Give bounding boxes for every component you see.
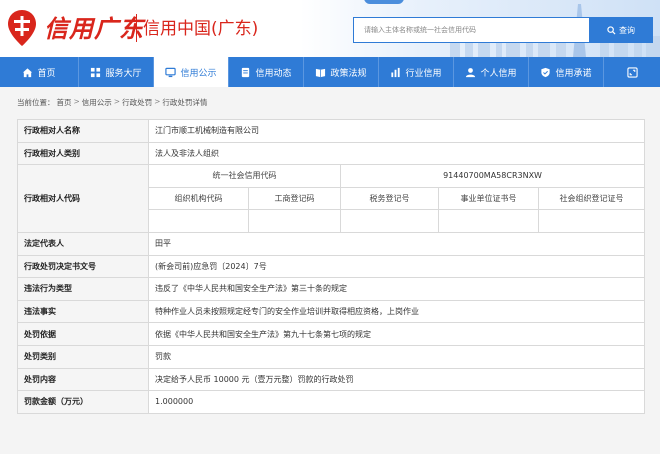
breadcrumb-admin-penalty[interactable]: 行政处罚 — [122, 97, 152, 108]
field-label: 违法行为类型 — [17, 277, 149, 301]
home-icon — [23, 67, 33, 77]
field-label: 处罚依据 — [17, 322, 149, 346]
header-top-tab — [364, 0, 404, 4]
chart-icon — [391, 67, 401, 77]
breadcrumb-separator: > — [73, 97, 80, 106]
field-label: 行政处罚决定书文号 — [17, 254, 149, 279]
nav-expand[interactable] — [604, 57, 660, 87]
nav-home-label: 首页 — [37, 68, 56, 79]
nav-credit-publicity[interactable]: 信用公示 — [154, 57, 229, 87]
table-row: 行政相对人名称 江门市顺工机械制造有限公司 — [17, 119, 646, 143]
nav-credit-commitment-label: 信用承诺 — [555, 68, 592, 79]
field-value: 特种作业人员未按照规定经专门的安全作业培训并取得相应资格，上岗作业 — [147, 299, 646, 324]
uscc-value: 91440700MA58CR3NXW — [339, 164, 646, 188]
table-row: 处罚内容 决定给予人民币 10000 元（壹万元整）罚款的行政处罚 — [17, 367, 646, 392]
table-row: 法定代表人 田平 — [17, 231, 646, 256]
nav-personal-credit-label: 个人信用 — [480, 68, 517, 79]
tax-reg-header: 税务登记号 — [340, 186, 439, 211]
document-icon — [242, 67, 250, 77]
nav-credit-news-label: 信用动态 — [255, 68, 292, 79]
field-value: 田平 — [147, 231, 646, 256]
nav-personal-credit[interactable]: 个人信用 — [454, 57, 529, 87]
table-row: 行政相对人代码 统一社会信用代码 91440700MA58CR3NXW — [17, 164, 646, 233]
table-row: 罚款金额（万元） 1.000000 — [17, 390, 646, 414]
business-reg-value — [248, 209, 341, 233]
field-label: 处罚内容 — [17, 367, 149, 392]
field-value: 决定给予人民币 10000 元（壹万元整）罚款的行政处罚 — [147, 367, 646, 392]
table-row: 处罚类别 罚款 — [17, 344, 646, 369]
shield-icon — [541, 67, 551, 77]
nav-industry-credit-label: 行业信用 — [405, 68, 442, 79]
breadcrumb-credit-publicity[interactable]: 信用公示 — [82, 97, 112, 108]
table-row: 违法行为类型 违反了《中华人民共和国安全生产法》第三十条的规定 — [17, 277, 646, 301]
nav-credit-publicity-label: 信用公示 — [180, 68, 217, 79]
nav-service-hall-label: 服务大厅 — [105, 68, 142, 79]
field-label: 法定代表人 — [17, 231, 149, 256]
search-button-label: 查询 — [619, 25, 635, 35]
user-icon — [466, 67, 476, 77]
field-label: 罚款金额（万元） — [17, 390, 149, 414]
field-label: 行政相对人代码 — [17, 164, 149, 233]
field-label: 违法事实 — [17, 299, 149, 324]
field-value: 罚款 — [147, 344, 646, 369]
institution-cert-value — [438, 209, 539, 233]
site-header: 信用广东 信用中国(广东) 查询 — [0, 0, 660, 57]
field-value: 江门市顺工机械制造有限公司 — [147, 119, 646, 143]
breadcrumb-separator: > — [113, 97, 121, 106]
org-code-value — [148, 209, 249, 233]
table-row: 违法事实 特种作业人员未按照规定经专门的安全作业培训并取得相应资格，上岗作业 — [17, 299, 646, 324]
institution-cert-header: 事业单位证书号 — [438, 186, 539, 211]
main-nav: 首页 服务大厅 信用公示 信用动态 政策法规 行业信用 个人信用 信用承诺 — [0, 57, 660, 87]
expand-icon — [626, 66, 638, 78]
nav-policies-label: 政策法规 — [330, 68, 367, 79]
nav-home[interactable]: 首页 — [0, 57, 79, 87]
table-row: 处罚依据 依据《中华人民共和国安全生产法》第九十七条第七项的规定 — [17, 322, 646, 346]
breadcrumb-separator: > — [154, 97, 161, 106]
logo-subtitle: 信用中国(广东) — [143, 19, 259, 39]
logo-script-text: 信用广东 — [44, 14, 144, 43]
business-reg-header: 工商登记码 — [248, 186, 341, 211]
uscc-header: 统一社会信用代码 — [148, 164, 341, 188]
nav-credit-commitment[interactable]: 信用承诺 — [529, 57, 604, 87]
book-icon — [316, 68, 326, 77]
field-value: (新会司前)应急罚〔2024〕7号 — [147, 254, 646, 279]
field-value: 依据《中华人民共和国安全生产法》第九十七条第七项的规定 — [147, 322, 646, 346]
field-value: 法人及非法人组织 — [147, 141, 646, 166]
breadcrumb-home[interactable]: 首页 — [57, 97, 72, 108]
org-code-header: 组织机构代码 — [148, 186, 249, 211]
breadcrumb: 当前位置： 首页 > 信用公示 > 行政处罚 > 行政处罚详情 — [17, 97, 207, 108]
nav-service-hall[interactable]: 服务大厅 — [79, 57, 154, 87]
social-org-reg-header: 社会组织登记证号 — [537, 186, 646, 211]
credit-guangdong-logo-icon — [8, 10, 36, 46]
tax-reg-value — [340, 209, 439, 233]
breadcrumb-current: 行政处罚详情 — [162, 98, 208, 107]
grid-icon — [91, 67, 101, 77]
nav-credit-news[interactable]: 信用动态 — [229, 57, 304, 87]
table-row: 行政处罚决定书文号 (新会司前)应急罚〔2024〕7号 — [17, 254, 646, 279]
field-label: 行政相对人类别 — [17, 141, 149, 166]
logo-divider — [136, 14, 137, 42]
search-input[interactable] — [353, 17, 589, 43]
social-org-reg-value — [537, 209, 646, 233]
monitor-icon — [165, 67, 177, 77]
search-icon — [607, 25, 616, 35]
field-label: 处罚类别 — [17, 344, 149, 369]
search-bar: 查询 — [353, 17, 653, 43]
field-label: 行政相对人名称 — [17, 119, 149, 143]
nav-policies[interactable]: 政策法规 — [304, 57, 379, 87]
search-button[interactable]: 查询 — [589, 17, 653, 43]
table-row: 行政相对人类别 法人及非法人组织 — [17, 141, 646, 166]
field-value: 1.000000 — [147, 390, 646, 414]
field-value: 违反了《中华人民共和国安全生产法》第三十条的规定 — [147, 277, 646, 301]
penalty-detail-table: 行政相对人名称 江门市顺工机械制造有限公司 行政相对人类别 法人及非法人组织 行… — [17, 119, 646, 414]
breadcrumb-prefix: 当前位置： — [17, 98, 55, 107]
nav-industry-credit[interactable]: 行业信用 — [379, 57, 454, 87]
